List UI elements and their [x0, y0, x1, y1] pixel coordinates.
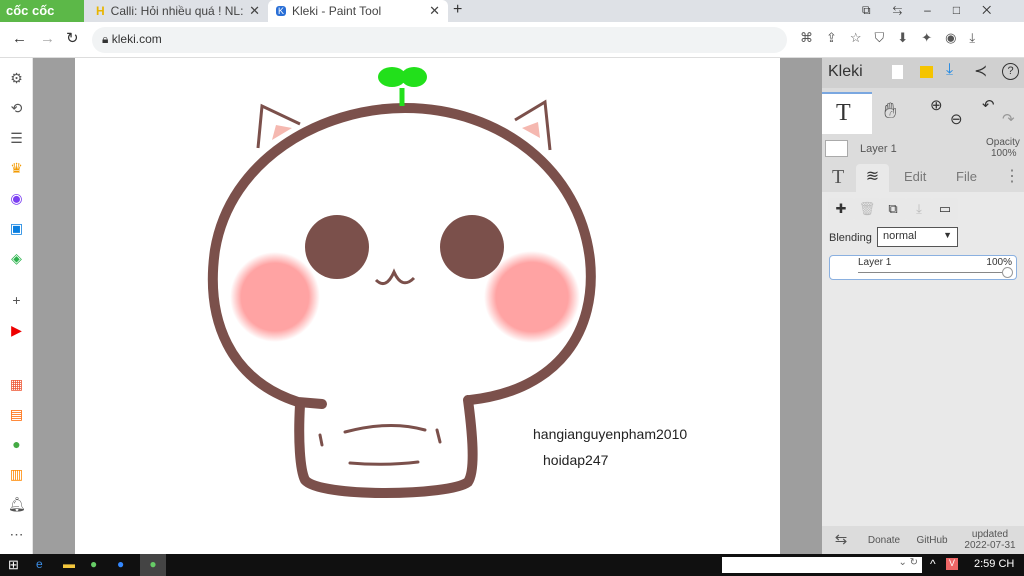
canvas-text-username: hangianguyenpham2010: [533, 426, 688, 442]
zoom-out-icon[interactable]: ⊖: [950, 110, 963, 128]
settings-icon[interactable]: ⚙: [8, 70, 25, 87]
kleki-logo: Kleki: [828, 63, 863, 80]
tab-layers[interactable]: ≋: [856, 164, 889, 192]
swap-side-icon[interactable]: ⇆: [822, 526, 860, 554]
game-icon[interactable]: ◈: [8, 250, 25, 267]
url-input[interactable]: 🔒︎ kleki.com: [92, 27, 787, 53]
open-folder-icon[interactable]: [920, 66, 933, 78]
opacity-label: Opacity: [986, 137, 1020, 148]
text-tool-button[interactable]: T: [822, 92, 872, 134]
cat-body-outline: [294, 395, 478, 498]
redo-icon[interactable]: ↷: [1002, 110, 1015, 128]
taskbar-search-input[interactable]: ⌄ ↻: [722, 557, 922, 573]
coccoc-active-icon[interactable]: ●: [140, 554, 166, 576]
edge-icon[interactable]: e: [36, 557, 43, 571]
merge-layer-button[interactable]: ⤓: [906, 198, 932, 220]
kleki-panel: Kleki ⤓ ≺ ? T ✋︎ ⊕ ⊖ ↶ ↷ Layer 1 Opacity…: [822, 58, 1024, 554]
blending-label: Blending: [829, 232, 872, 244]
window-controls[interactable]: ⧉⇆–□✕: [862, 3, 1013, 18]
kleki-favicon-icon: K: [276, 6, 287, 16]
more-icon[interactable]: ⋯: [8, 526, 25, 543]
browser-sidebar: ⚙ ⟲ ☰ ♛ ◉ ▣ ◈ + ▶ ▦ ▤ ● ▥ 🔔︎ ⋯: [0, 58, 33, 554]
tab-calli[interactable]: H Calli: Hỏi nhiều quá ! NL: Đố ✕: [88, 0, 268, 22]
layer-item-name: Layer 1: [858, 257, 892, 268]
more-menu-icon[interactable]: ⋮: [1004, 166, 1020, 186]
list-icon[interactable]: ☰: [8, 130, 25, 147]
toolbar-icons[interactable]: ⌘⇪☆⛉⬇✦◉⤓: [800, 30, 988, 46]
zalo-taskbar-icon[interactable]: ●: [117, 557, 124, 571]
tray-chevron-icon[interactable]: ^: [930, 557, 936, 571]
add-icon[interactable]: +: [8, 292, 25, 309]
blending-select[interactable]: normal ▼: [877, 227, 958, 247]
tab-bar: cốc cốc HCalli: Hỏi nhiều quá ! NL: Đố✕ …: [0, 0, 1024, 22]
tab-edit[interactable]: Edit: [904, 169, 926, 184]
close-tab-icon[interactable]: ✕: [429, 3, 440, 19]
delete-layer-button[interactable]: 🗑︎: [854, 198, 880, 220]
history-icon[interactable]: ⟲: [8, 100, 25, 117]
zoom-in-icon[interactable]: ⊕: [930, 96, 943, 114]
coccoc-menu-button[interactable]: cốc cốc: [0, 0, 84, 22]
opacity-value: 100%: [991, 148, 1017, 159]
layer-opacity-slider[interactable]: [858, 272, 1008, 273]
extension-icon[interactable]: ●: [8, 436, 25, 453]
clock[interactable]: 2:59 CH: [974, 558, 1014, 570]
ticket-icon[interactable]: ▤: [8, 406, 25, 423]
cat-mouth: [374, 268, 416, 286]
layers-panel: ✚ 🗑︎ ⧉ ⤓ ▭ Blending normal ▼ Layer 1 100%: [822, 192, 1024, 554]
taskbar: ⊞ e ▬ ● ● ● ⌄ ↻ ^ V 2:59 CH: [0, 554, 1024, 576]
github-link[interactable]: GitHub: [908, 526, 956, 554]
rename-layer-button[interactable]: ▭: [932, 198, 958, 220]
add-layer-button[interactable]: ✚: [828, 198, 854, 220]
panel-topbar: Kleki ⤓ ≺ ?: [822, 58, 1024, 88]
explorer-icon[interactable]: ▬: [63, 557, 75, 571]
cat-eye-right: [440, 215, 504, 279]
zalo-icon[interactable]: ▣: [8, 220, 25, 237]
shop-icon[interactable]: ▥: [8, 466, 25, 483]
download-icon[interactable]: ⤓: [946, 61, 953, 79]
tab-label: Kleki - Paint Tool: [292, 4, 382, 18]
canvas-text-site: hoidap247: [543, 452, 609, 468]
calendar-icon[interactable]: ▦: [8, 376, 25, 393]
coccoc-taskbar-icon[interactable]: ●: [90, 557, 97, 571]
undo-icon[interactable]: ↶: [982, 96, 995, 114]
reload-button[interactable]: ↻: [66, 29, 79, 47]
duplicate-layer-button[interactable]: ⧉: [880, 198, 906, 220]
close-tab-icon[interactable]: ✕: [249, 3, 260, 19]
back-button[interactable]: ←: [12, 30, 27, 47]
forward-button[interactable]: →: [40, 30, 55, 47]
windows-start-icon[interactable]: ⊞: [8, 557, 19, 573]
tab-file[interactable]: File: [956, 169, 977, 184]
layer-thumbnail: [825, 140, 848, 157]
notification-bell-icon[interactable]: 🔔︎: [8, 496, 26, 513]
drawing-canvas[interactable]: hangianguyenpham2010 hoidap247: [75, 58, 780, 554]
url-text: kleki.com: [111, 32, 162, 46]
changelog-link[interactable]: updated 2022-07-31: [956, 526, 1024, 554]
donate-link[interactable]: Donate: [860, 526, 908, 554]
cat-drawing: [207, 67, 596, 498]
panel-footer: ⇆ Donate GitHub updated 2022-07-31: [822, 526, 1024, 554]
new-tab-button[interactable]: +: [453, 1, 462, 19]
tab-tool-settings[interactable]: T: [832, 166, 844, 189]
brand-label: cốc cốc: [6, 3, 55, 18]
current-layer-name: Layer 1: [860, 143, 897, 155]
messenger-icon[interactable]: ◉: [8, 190, 25, 207]
layer-item[interactable]: Layer 1 100%: [829, 255, 1017, 280]
tray-app-icon[interactable]: V: [946, 558, 958, 570]
updated-label: updated: [971, 529, 1009, 540]
crown-icon[interactable]: ♛: [8, 160, 25, 177]
tab-kleki[interactable]: K Kleki - Paint Tool ✕: [268, 0, 448, 22]
share-icon[interactable]: ≺: [974, 61, 987, 81]
blending-value: normal: [883, 230, 917, 242]
youtube-icon[interactable]: ▶: [8, 322, 25, 339]
hand-tool-icon[interactable]: ✋︎: [884, 98, 897, 124]
updated-date: 2022-07-31: [964, 540, 1016, 551]
layer-opacity-handle[interactable]: [1002, 267, 1013, 278]
lock-icon: 🔒︎: [102, 32, 109, 46]
hoidap-favicon-icon: H: [96, 4, 105, 18]
tab-label: Calli: Hỏi nhiều quá ! NL: Đố: [110, 4, 244, 18]
cat-eye-left: [305, 215, 369, 279]
new-image-icon[interactable]: [892, 65, 903, 79]
help-icon[interactable]: ?: [1002, 63, 1019, 80]
